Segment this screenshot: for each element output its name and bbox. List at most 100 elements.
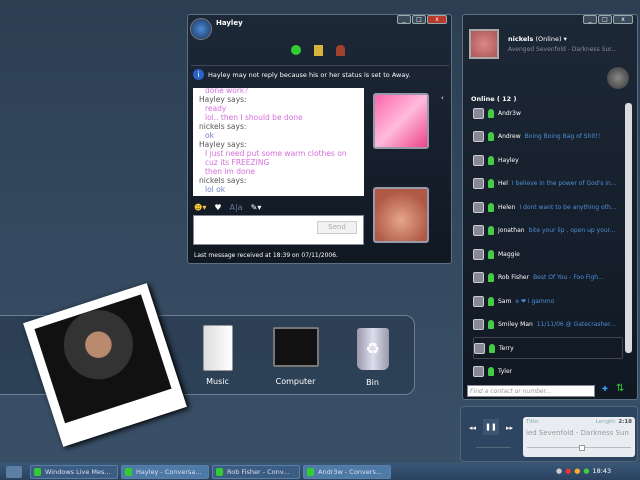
contact-item[interactable]: Jonathan bite your lip , open up your... [473, 220, 623, 242]
contact-item[interactable]: Helen I dont want to be anything oth... [473, 196, 623, 218]
format-toolbar: ☻▾ ♥ A|a ✎▾ [194, 203, 261, 212]
messenger-icon [34, 468, 41, 476]
volume-slider[interactable] [476, 447, 511, 448]
pause-button[interactable]: ❚❚ [483, 419, 499, 435]
away-notice: Hayley may not reply because his or her … [208, 71, 411, 79]
contact-item[interactable]: Tyler [473, 361, 623, 383]
computer-icon [272, 327, 319, 367]
maximize-button[interactable]: □ [598, 15, 612, 24]
status-icon [488, 367, 494, 376]
toolbar [291, 45, 345, 56]
contact-item[interactable]: Hayley [473, 149, 623, 171]
sort-icon[interactable]: ⇅ [616, 383, 624, 394]
taskbar-item-messenger[interactable]: Windows Live Mes... [30, 465, 118, 479]
taskbar-item-andr3w[interactable]: Andr3w - Convers... [303, 465, 391, 479]
personal-message: I believe in the power of God's in... [511, 180, 617, 187]
contact-name: Jonathan [498, 227, 525, 234]
windows-orb-icon[interactable] [607, 67, 629, 89]
status: (Online) [535, 35, 562, 43]
add-contact-icon[interactable]: ✚ [602, 385, 608, 393]
seek-handle[interactable] [579, 445, 585, 451]
contact-item[interactable]: Andr3w [473, 102, 623, 124]
length: Length: 2:18 [596, 419, 632, 425]
pen-icon[interactable]: ✎▾ [251, 203, 262, 212]
dock-item-computer[interactable]: Computer [268, 325, 323, 386]
wink-icon[interactable]: ♥ [214, 203, 221, 212]
dock-label: Computer [275, 377, 316, 386]
contact-item[interactable]: Hel I believe in the power of God's in... [473, 173, 623, 195]
contact-name: Sam [498, 297, 512, 305]
title-label: Title: [526, 419, 540, 425]
tray-icon[interactable]: ● [583, 467, 589, 475]
prev-button[interactable]: ◂◂ [469, 424, 476, 432]
contact-item[interactable]: Terry [473, 337, 623, 359]
message: lol ok [205, 185, 226, 194]
contact-name: Rob Fisher [498, 274, 530, 281]
contact-name: Terry [499, 344, 514, 352]
user-display-picture[interactable] [373, 187, 429, 243]
status-icon [488, 249, 494, 259]
personal-message: Boing Boing Bag of Shit!! [524, 133, 601, 140]
message: I just need put some warm clothes on cuz… [205, 149, 347, 167]
sender: nickels says: [199, 176, 247, 185]
dock-item-bin[interactable]: ♻ Bin [350, 328, 395, 387]
scrollbar[interactable] [625, 103, 632, 353]
tray-icon[interactable]: ● [565, 467, 571, 475]
contact-avatar [473, 154, 484, 166]
recycle-bin-icon: ♻ [356, 328, 389, 370]
status-icon [488, 179, 494, 188]
contact-search[interactable]: Find a contact or number... [467, 385, 595, 397]
next-button[interactable]: ▸▸ [506, 424, 513, 432]
contact-name: Andr3w [498, 109, 521, 117]
status-icon [488, 226, 494, 235]
taskbar-item-rob-fisher[interactable]: Rob Fisher - Conv... [212, 465, 300, 479]
maximize-button[interactable]: □ [412, 15, 426, 24]
contact-avatar [473, 107, 484, 119]
block-contact-icon[interactable] [336, 45, 345, 56]
contact-avatar [474, 342, 485, 354]
taskbar-item-hayley[interactable]: Hayley - Conversa... [121, 465, 209, 479]
emoticon-icon[interactable]: ☻▾ [194, 203, 206, 212]
user-status[interactable]: nickels (Online) ▾ [508, 35, 567, 43]
minimize-button[interactable]: _ [397, 15, 411, 24]
contact-item[interactable]: Sam e ❤ i gammo [473, 290, 623, 312]
tray-icon[interactable]: ● [574, 467, 580, 475]
search-placeholder: Find a contact or number... [470, 388, 552, 395]
close-button[interactable]: x [427, 15, 447, 24]
collapse-arrow-icon[interactable]: ‹ [441, 94, 444, 102]
invite-icon[interactable] [291, 45, 301, 55]
tray-icon[interactable]: ● [556, 467, 562, 475]
send-files-icon[interactable] [314, 45, 323, 56]
status-icon [488, 108, 494, 118]
media-player: ◂◂ ❚❚ ▸▸ Title: Length: 2:18 ied Sevenfo… [460, 406, 638, 462]
contact-item[interactable]: Andrew Boing Boing Bag of Shit!! [473, 126, 623, 148]
clock: 18:43 [592, 467, 612, 475]
status-icon [488, 320, 494, 329]
contact-item[interactable]: Maggie [473, 243, 623, 265]
font-icon[interactable]: A|a [230, 203, 243, 212]
task-label: Andr3w - Convers... [318, 468, 383, 476]
photo-polaroid[interactable] [23, 283, 187, 447]
length-value: 2:18 [618, 419, 632, 425]
close-button[interactable]: x [613, 15, 633, 24]
user-avatar[interactable] [469, 29, 499, 59]
contact-item[interactable]: Smiley Man 11/11/06 @ Gatecrasher... [473, 314, 623, 336]
message-input[interactable]: Send [193, 215, 364, 245]
conversation-window: _ □ x Hayley i Hayley may not reply becaus… [187, 14, 452, 264]
dock-item-music[interactable]: Music [195, 325, 240, 386]
seek-bar[interactable] [527, 445, 631, 451]
send-button[interactable]: Send [317, 221, 357, 234]
dock-label: Music [206, 377, 229, 386]
contact-name: Hel [498, 180, 508, 187]
start-button[interactable] [6, 466, 22, 478]
contact-item[interactable]: Rob Fisher Best Of You - Foo Figh... [473, 267, 623, 289]
minimize-button[interactable]: _ [583, 15, 597, 24]
message: lol.. then I should be done [205, 113, 303, 122]
now-playing[interactable]: Avenged Sevenfold - Darkness Sur... [508, 46, 617, 53]
chat-history[interactable]: done work? Hayley says: ready lol.. then… [193, 88, 364, 196]
contact-avatar [473, 366, 484, 377]
personal-message: 11/11/06 @ Gatecrasher... [536, 321, 616, 328]
contact-avatar [473, 131, 484, 142]
window-controls: _ □ x [397, 15, 447, 24]
contact-display-picture[interactable] [373, 93, 429, 149]
